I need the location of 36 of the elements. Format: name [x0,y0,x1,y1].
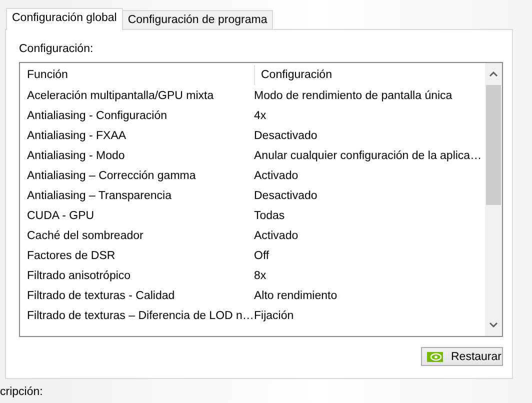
scroll-thumb[interactable] [486,85,501,205]
feature-cell[interactable]: Filtrado anisotrópico [27,270,131,282]
setting-cell[interactable]: Activado [254,230,298,242]
feature-cell[interactable]: Antialiasing - FXAA [27,130,126,142]
setting-cell[interactable]: Todas [254,210,285,222]
feature-cell[interactable]: Caché del sombreador [27,230,144,242]
description-label: cripción: [0,385,43,399]
feature-cell[interactable]: Factores de DSR [27,250,116,262]
setting-cell[interactable]: Fijación [254,310,294,322]
scrollbar[interactable] [485,63,502,336]
feature-cell[interactable]: Antialiasing – Corrección gamma [27,170,196,182]
setting-cell[interactable]: Activado [254,170,298,182]
setting-cell[interactable]: 8x [254,270,266,282]
setting-cell[interactable]: Desactivado [254,190,318,202]
setting-cell[interactable]: Anular cualquier configuración de la aplica… [254,150,482,162]
setting-cell[interactable]: Off [254,250,270,262]
feature-cell[interactable]: Aceleración multipantalla/GPU mixta [27,90,214,102]
eye-logo-icon [427,352,443,362]
feature-cell[interactable]: CUDA - GPU [27,210,94,222]
feature-cell[interactable]: Antialiasing - Modo [27,150,125,162]
feature-cell[interactable]: Filtrado de texturas - Calidad [27,290,175,302]
feature-cell[interactable]: Filtrado de texturas – Diferencia de LOD n… [27,310,254,322]
scroll-up-icon[interactable] [489,71,498,77]
section-label: Configuración: [19,42,94,56]
scroll-down-icon[interactable] [489,322,498,328]
column-header[interactable]: Función [27,68,254,80]
setting-cell[interactable]: Desactivado [254,130,318,142]
feature-cell[interactable]: Antialiasing – Transparencia [27,190,172,202]
tab[interactable]: Configuración global [6,8,123,30]
setting-cell[interactable]: Modo de rendimiento de pantalla única [254,90,452,102]
restore-button[interactable]: Restaurar [421,347,503,366]
column-header[interactable]: Configuración [254,64,332,84]
setting-cell[interactable]: Alto rendimiento [254,290,338,302]
tab[interactable]: Configuración de programa [122,10,274,29]
setting-cell[interactable]: 4x [254,110,266,122]
feature-cell[interactable]: Antialiasing - Configuración [27,110,167,122]
